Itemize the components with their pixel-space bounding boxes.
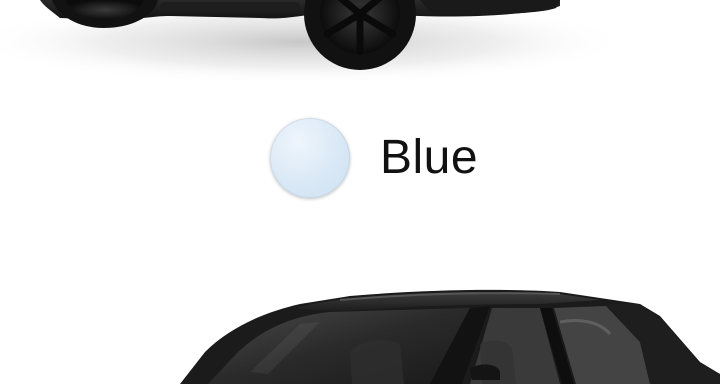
car-side-mirror <box>470 364 500 380</box>
color-name-label: Blue <box>380 131 479 184</box>
car-front-three-quarter-image <box>0 282 720 384</box>
color-swatch-blue[interactable] <box>270 118 350 198</box>
car-windshield <box>208 308 470 384</box>
color-option-blue[interactable]: Blue <box>270 118 478 198</box>
car-side-view-image <box>0 0 720 90</box>
